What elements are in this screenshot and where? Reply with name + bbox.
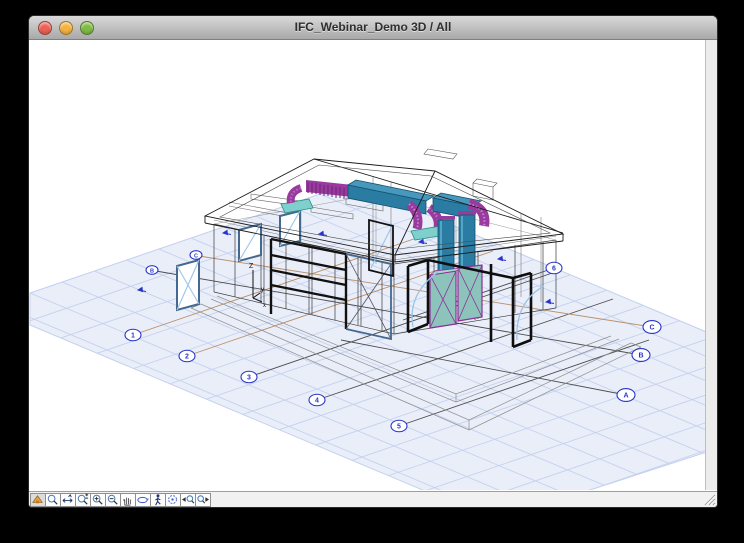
svg-text:5: 5 [397, 423, 401, 430]
grid-bubble: 6 [545, 261, 563, 275]
desktop: IFC_Webinar_Demo 3D / All Z x y 1 2 3 4 … [0, 0, 744, 543]
orbit-icon [137, 496, 149, 503]
grid-bubble: 3 [240, 370, 258, 384]
3d-model-view: Z x y 1 2 3 4 5 6 C B A C B [29, 148, 717, 490]
svg-text:2: 2 [185, 353, 189, 360]
app-window: IFC_Webinar_Demo 3D / All Z x y 1 2 3 4 … [28, 15, 718, 508]
increase-zoom-button[interactable] [90, 492, 106, 507]
svg-text:y: y [261, 287, 264, 293]
previous-view-icon [181, 494, 195, 503]
model-view-options-button[interactable] [30, 492, 46, 507]
svg-text:C: C [194, 253, 198, 259]
zoom-icon [47, 494, 58, 505]
3d-viewport[interactable]: Z x y 1 2 3 4 5 6 C B A C B [29, 40, 717, 490]
explore-icon [155, 493, 161, 505]
pan-icon [62, 493, 73, 503]
increase-zoom-icon [92, 494, 103, 505]
grid-bubble: 1 [124, 328, 142, 342]
svg-text:B: B [638, 352, 643, 359]
svg-text:x: x [263, 303, 266, 309]
grid-bubble: B [631, 347, 651, 363]
grid-bubble: 5 [390, 419, 408, 433]
grid-bubble: 2 [178, 349, 196, 363]
svg-text:1: 1 [131, 332, 135, 339]
next-view-button[interactable] [195, 492, 211, 507]
look-around-button[interactable] [165, 492, 181, 507]
model-view-options-icon [32, 494, 43, 503]
svg-text:6: 6 [552, 265, 556, 272]
reduce-zoom-icon [107, 494, 118, 505]
zoom-button[interactable] [45, 492, 61, 507]
zoom-in-out-button[interactable] [75, 492, 91, 507]
explore-button[interactable] [150, 492, 166, 507]
orbit-button[interactable] [135, 492, 151, 507]
svg-text:A: A [623, 392, 628, 399]
svg-text:B: B [150, 268, 154, 274]
svg-text:C: C [649, 324, 654, 331]
look-around-icon [168, 494, 177, 504]
hand-pan-button[interactable] [120, 492, 136, 507]
grid-bubble: C [189, 250, 203, 260]
resize-grip[interactable] [702, 492, 716, 506]
pan-button[interactable] [60, 492, 76, 507]
bottom-navigation-toolbar [29, 491, 717, 507]
svg-text:4: 4 [315, 397, 319, 404]
svg-text:3: 3 [247, 374, 251, 381]
vertical-scrollbar[interactable] [705, 40, 717, 490]
grid-bubble: 4 [308, 393, 326, 407]
hand-pan-icon [123, 497, 131, 506]
window-titlebar[interactable]: IFC_Webinar_Demo 3D / All [29, 16, 717, 40]
window-title: IFC_Webinar_Demo 3D / All [294, 20, 452, 34]
reduce-zoom-button[interactable] [105, 492, 121, 507]
ahu-unit [428, 264, 483, 329]
next-view-icon [197, 494, 210, 503]
grid-bubble: C [642, 319, 662, 335]
grid-bubble: B [145, 265, 159, 275]
grid-bubble: A [616, 387, 636, 403]
previous-view-button[interactable] [180, 492, 196, 507]
zoom-in-out-icon [77, 492, 89, 505]
svg-text:Z: Z [249, 263, 254, 270]
